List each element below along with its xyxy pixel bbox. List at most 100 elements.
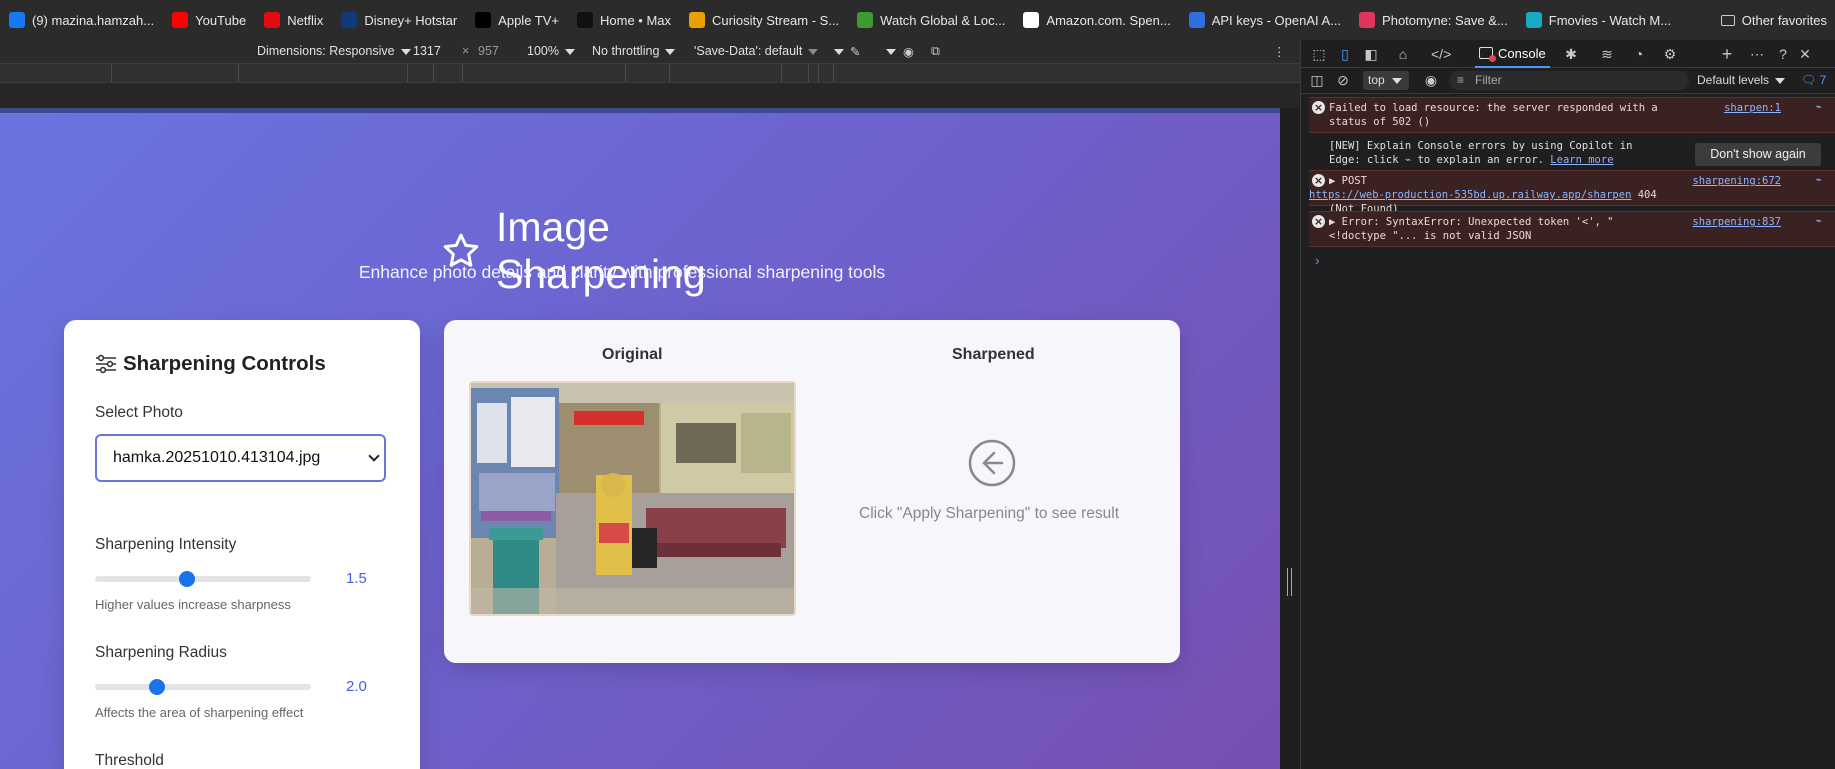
max-icon (577, 12, 594, 28)
selected-photo-value: hamka.20251010.413104.jpg (113, 449, 321, 466)
other-favorites-folder[interactable]: Other favorites (1712, 0, 1835, 40)
rotate-icon[interactable] (828, 44, 844, 58)
photo-select[interactable]: hamka.20251010.413104.jpg (95, 434, 386, 482)
viewport-resize-handle[interactable] (1287, 568, 1292, 596)
dock-icon[interactable]: ◧ (1363, 46, 1379, 62)
chevron-down-icon (368, 450, 380, 462)
disney-icon (341, 12, 358, 28)
save-data-dropdown[interactable]: 'Save-Data': default (694, 44, 819, 58)
wifi-icon[interactable]: ≋ (1599, 46, 1615, 62)
bookmark-item[interactable]: Home • Max (568, 6, 680, 34)
add-tab-icon[interactable]: + (1719, 45, 1735, 63)
bookmark-label: Apple TV+ (498, 12, 560, 28)
bookmark-item[interactable]: Photomyne: Save &... (1350, 6, 1517, 34)
home-icon[interactable]: ⌂ (1395, 46, 1411, 62)
throttling-dropdown[interactable]: No throttling (592, 44, 676, 58)
more-tabs-icon[interactable]: ⋯ (1749, 46, 1765, 62)
dont-show-again-button[interactable]: Don't show again (1695, 143, 1821, 166)
sidebar-toggle-icon[interactable]: ◫ (1309, 72, 1325, 88)
options-icon[interactable] (880, 44, 896, 58)
copilot-explain-icon[interactable]: ⌁ (1816, 173, 1822, 187)
device-frame-icon[interactable]: ⧉ (931, 44, 940, 59)
bookmark-item[interactable]: (9) mazina.hamzah... (0, 6, 163, 34)
youtube-icon (172, 12, 189, 28)
filter-icon: ≡ (1457, 73, 1465, 87)
dimensions-label: Dimensions: Responsive (257, 44, 395, 58)
zoom-dropdown[interactable]: 100% (527, 44, 575, 58)
error-text: Failed to load resource: the server resp… (1329, 102, 1658, 128)
context-selector[interactable]: top (1363, 71, 1409, 90)
more-options-icon[interactable]: ⋮ (1273, 44, 1286, 59)
eyedropper-icon[interactable]: ✎ (850, 44, 860, 59)
live-expression-eye-icon[interactable]: ◉ (1423, 72, 1439, 88)
log-levels-dropdown[interactable]: Default levels (1697, 73, 1786, 87)
times-symbol: × (462, 44, 470, 58)
fmovies-icon (1525, 12, 1542, 28)
original-photo (469, 381, 796, 616)
bug-icon[interactable]: ✱ (1563, 46, 1579, 62)
bookmark-item[interactable]: Curiosity Stream - S... (680, 6, 848, 34)
bookmark-item[interactable]: Fmovies - Watch M... (1517, 6, 1680, 34)
original-photo-image (471, 383, 794, 614)
device-toggle-icon[interactable]: ▯ (1337, 46, 1353, 62)
bookmark-item[interactable]: YouTube (163, 6, 255, 34)
copilot-explain-icon[interactable]: ⌁ (1816, 214, 1822, 228)
tab-console[interactable]: Console (1475, 40, 1550, 68)
copilot-explain-icon[interactable]: ⌁ (1816, 100, 1822, 114)
original-label: Original (602, 346, 663, 363)
sharpening-controls-panel: Sharpening Controls Select Photo hamka.2… (64, 320, 420, 769)
controls-heading-text: Sharpening Controls (123, 352, 326, 375)
bookmark-label: Fmovies - Watch M... (1548, 12, 1672, 28)
bookmark-item[interactable]: Netflix (255, 6, 332, 34)
intensity-slider[interactable] (95, 571, 311, 587)
error-icon: × (1312, 101, 1325, 114)
photomyne-icon (1359, 12, 1376, 28)
inspect-element-icon[interactable]: ⬚ (1311, 46, 1327, 62)
sliders-icon (96, 354, 116, 374)
dimensions-dropdown[interactable]: Dimensions: Responsive (257, 44, 411, 58)
bookmark-item[interactable]: Watch Global & Loc... (848, 6, 1014, 34)
height-input[interactable]: 957 (478, 44, 499, 58)
bookmark-item[interactable]: API keys - OpenAI A... (1180, 6, 1350, 34)
expand-triangle-icon[interactable]: ▶ (1329, 216, 1335, 228)
bookmark-label: YouTube (195, 12, 247, 28)
info-text: [NEW] Explain Console errors by using Co… (1329, 139, 1659, 167)
media-query-ruler[interactable] (0, 63, 1300, 83)
elements-tab-icon[interactable]: </> (1431, 46, 1451, 62)
throttling-label: No throttling (592, 44, 660, 58)
bookmark-label: Photomyne: Save &... (1382, 12, 1508, 28)
bookmark-item[interactable]: Disney+ Hotstar (332, 6, 466, 34)
radius-slider-thumb[interactable] (149, 679, 165, 695)
console-filter-input[interactable]: ≡ Filter (1449, 71, 1689, 90)
facebook-icon (9, 12, 25, 28)
bookmark-item[interactable]: Amazon.com. Spen... (1014, 6, 1179, 34)
error-source-link[interactable]: sharpening:837 (1692, 215, 1781, 229)
bookmarks-bar: (9) mazina.hamzah... YouTube Netflix Disney… (0, 0, 1835, 40)
width-input[interactable]: 1317 (413, 44, 441, 58)
expand-triangle-icon[interactable]: ▶ (1329, 175, 1335, 187)
netflix-icon (264, 12, 281, 28)
clear-console-icon[interactable]: ⊘ (1335, 72, 1351, 88)
help-icon[interactable]: ? (1775, 46, 1791, 62)
bookmark-item[interactable]: Apple TV+ (466, 6, 568, 34)
intensity-slider-thumb[interactable] (179, 571, 195, 587)
learn-more-link[interactable]: Learn more (1550, 154, 1613, 166)
performance-icon[interactable]: ◔ (1631, 46, 1647, 62)
issues-count-badge[interactable]: 🗨 7 (1801, 73, 1826, 87)
error-source-link[interactable]: sharpening:672 (1692, 174, 1781, 188)
viki-icon (857, 12, 874, 28)
error-source-link[interactable]: sharpen:1 (1724, 101, 1781, 115)
ruler-strip (0, 83, 1300, 108)
radius-slider[interactable] (95, 679, 311, 695)
openai-icon (1188, 12, 1205, 28)
page-subtitle: Enhance photo details and clarity with p… (358, 262, 886, 282)
request-url-link[interactable]: https://web-production-535bd.up.railway.… (1309, 189, 1631, 201)
tab-console-label: Console (1498, 45, 1546, 61)
error-icon: × (1312, 215, 1325, 228)
settings-gear-icon[interactable]: ⚙ (1662, 46, 1678, 62)
close-devtools-icon[interactable]: ✕ (1797, 46, 1813, 62)
console-prompt[interactable]: › (1315, 252, 1320, 268)
intensity-hint: Higher values increase sharpness (95, 597, 291, 612)
bookmark-label: Watch Global & Loc... (880, 12, 1006, 28)
eye-icon[interactable]: ◉ (903, 44, 914, 59)
